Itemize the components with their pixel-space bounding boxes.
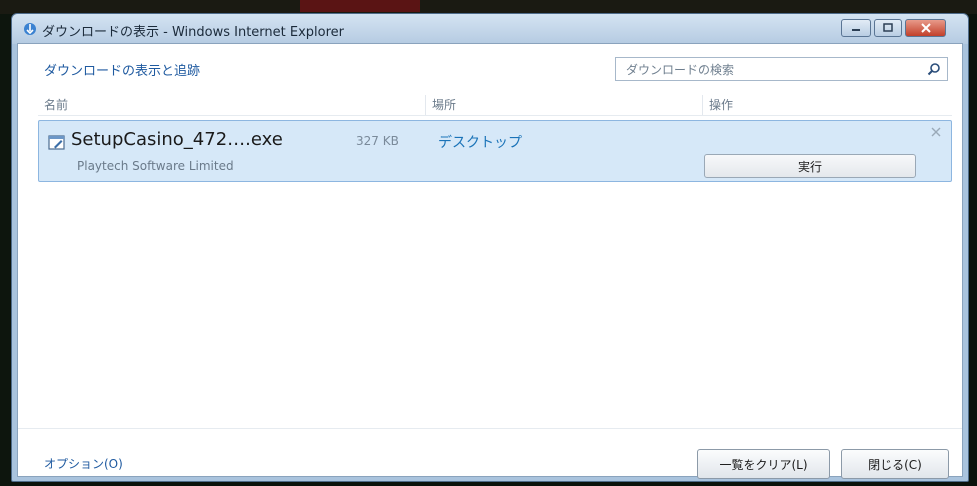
background-red-bar: [300, 0, 420, 12]
download-location-link[interactable]: デスクトップ: [438, 132, 522, 152]
clear-list-button[interactable]: 一覧をクリア(L): [697, 449, 830, 479]
footer-divider: [18, 428, 962, 429]
minimize-icon: [852, 29, 860, 31]
minimize-button[interactable]: [841, 19, 871, 37]
maximize-button[interactable]: [874, 19, 902, 37]
downloads-panel: ダウンロードの表示と追跡 名前 場所 操作 SetupCasino_472….e…: [17, 43, 963, 479]
executable-file-icon: [48, 135, 65, 150]
window-title: ダウンロードの表示 - Windows Internet Explorer: [42, 25, 344, 40]
search-icon[interactable]: [927, 62, 941, 76]
download-publisher: Playtech Software Limited: [77, 159, 234, 173]
column-header-location[interactable]: 場所: [425, 95, 702, 115]
column-header-name[interactable]: 名前: [38, 95, 425, 115]
options-link[interactable]: オプション(O): [44, 455, 123, 472]
background-left-edge: [0, 14, 10, 486]
header-divider: [38, 115, 952, 116]
close-icon: [920, 23, 931, 33]
search-input[interactable]: [624, 61, 918, 79]
close-button[interactable]: 閉じる(C): [841, 449, 949, 479]
download-filename: SetupCasino_472….exe: [71, 129, 283, 150]
dismiss-icon[interactable]: [931, 127, 941, 137]
search-box[interactable]: [615, 57, 948, 81]
ie-download-icon: [24, 23, 36, 35]
download-row[interactable]: SetupCasino_472….exe 327 KB デスクトップ Playt…: [38, 120, 952, 182]
run-button[interactable]: 実行: [704, 154, 916, 178]
maximize-icon: [883, 23, 893, 32]
download-manager-window: ダウンロードの表示 - Windows Internet Explorer ダウ…: [11, 13, 969, 482]
close-window-button[interactable]: [905, 19, 946, 37]
title-bar[interactable]: ダウンロードの表示 - Windows Internet Explorer: [12, 14, 968, 44]
column-header-action[interactable]: 操作: [702, 95, 952, 115]
page-heading: ダウンロードの表示と追跡: [44, 64, 201, 79]
download-size: 327 KB: [356, 134, 399, 148]
background-strip: [0, 0, 977, 14]
